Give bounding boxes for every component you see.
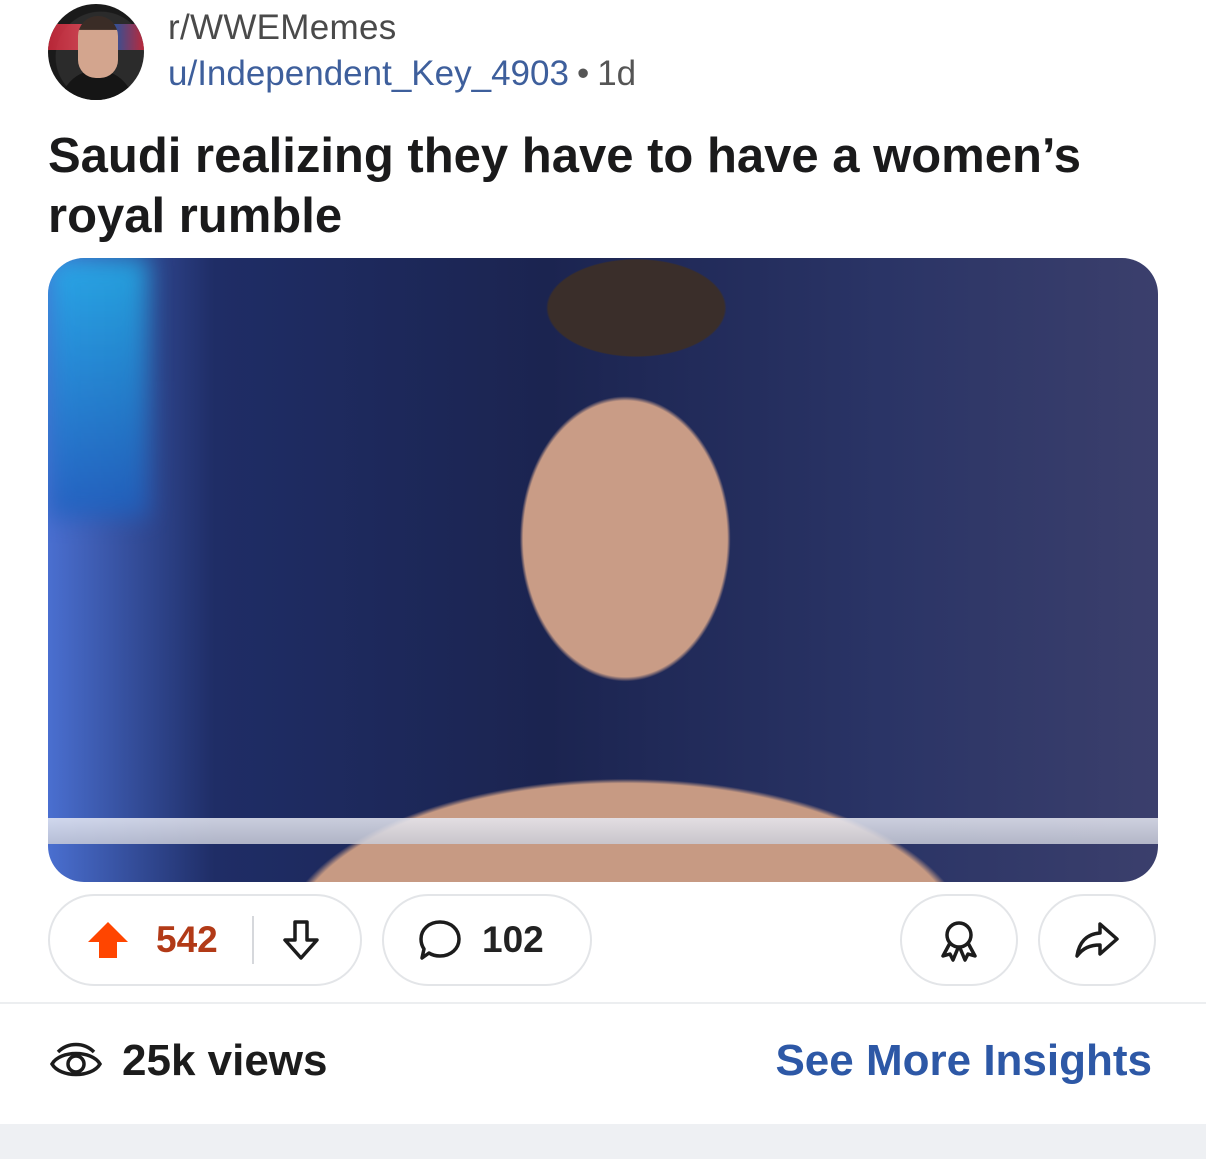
view-count: 25k views bbox=[122, 1036, 328, 1085]
post-age: 1d bbox=[597, 54, 637, 93]
eye-icon bbox=[49, 1042, 103, 1077]
share-button[interactable] bbox=[1038, 894, 1156, 986]
award-ribbon-icon bbox=[941, 921, 977, 962]
post-title[interactable]: Saudi realizing they have to have a wome… bbox=[48, 126, 1158, 246]
image-stage-light bbox=[48, 258, 148, 518]
post-image[interactable] bbox=[48, 258, 1158, 882]
comment-count: 102 bbox=[482, 919, 544, 960]
comment-bubble-icon bbox=[419, 920, 461, 960]
share-arrow-icon bbox=[1075, 922, 1119, 958]
avatar-figure-head bbox=[78, 16, 118, 78]
comments-button[interactable]: 102 bbox=[382, 894, 592, 986]
see-more-insights-link[interactable]: See More Insights bbox=[775, 1036, 1152, 1086]
subreddit-name[interactable]: r/WWEMemes bbox=[168, 8, 397, 48]
meta-separator: • bbox=[576, 54, 590, 93]
author-name[interactable]: u/Independent_Key_4903 bbox=[168, 54, 569, 93]
award-button[interactable] bbox=[900, 894, 1018, 986]
image-ring-ropes bbox=[48, 818, 1158, 844]
post-meta: u/Independent_Key_4903 • 1d bbox=[168, 54, 636, 94]
vote-divider bbox=[251, 916, 254, 964]
feed-separator bbox=[0, 1124, 1206, 1159]
action-bar: 542 102 bbox=[48, 894, 1158, 990]
subreddit-avatar[interactable] bbox=[48, 4, 144, 100]
vote-control: 542 bbox=[48, 894, 362, 986]
post-header: r/WWEMemes u/Independent_Key_4903 • 1d bbox=[48, 4, 1158, 104]
upvote-arrow-icon[interactable] bbox=[86, 920, 130, 960]
vote-score: 542 bbox=[156, 919, 218, 960]
section-divider bbox=[0, 1002, 1206, 1004]
downvote-arrow-icon[interactable] bbox=[280, 918, 322, 962]
insights-bar: 25k views See More Insights bbox=[48, 1030, 1158, 1100]
